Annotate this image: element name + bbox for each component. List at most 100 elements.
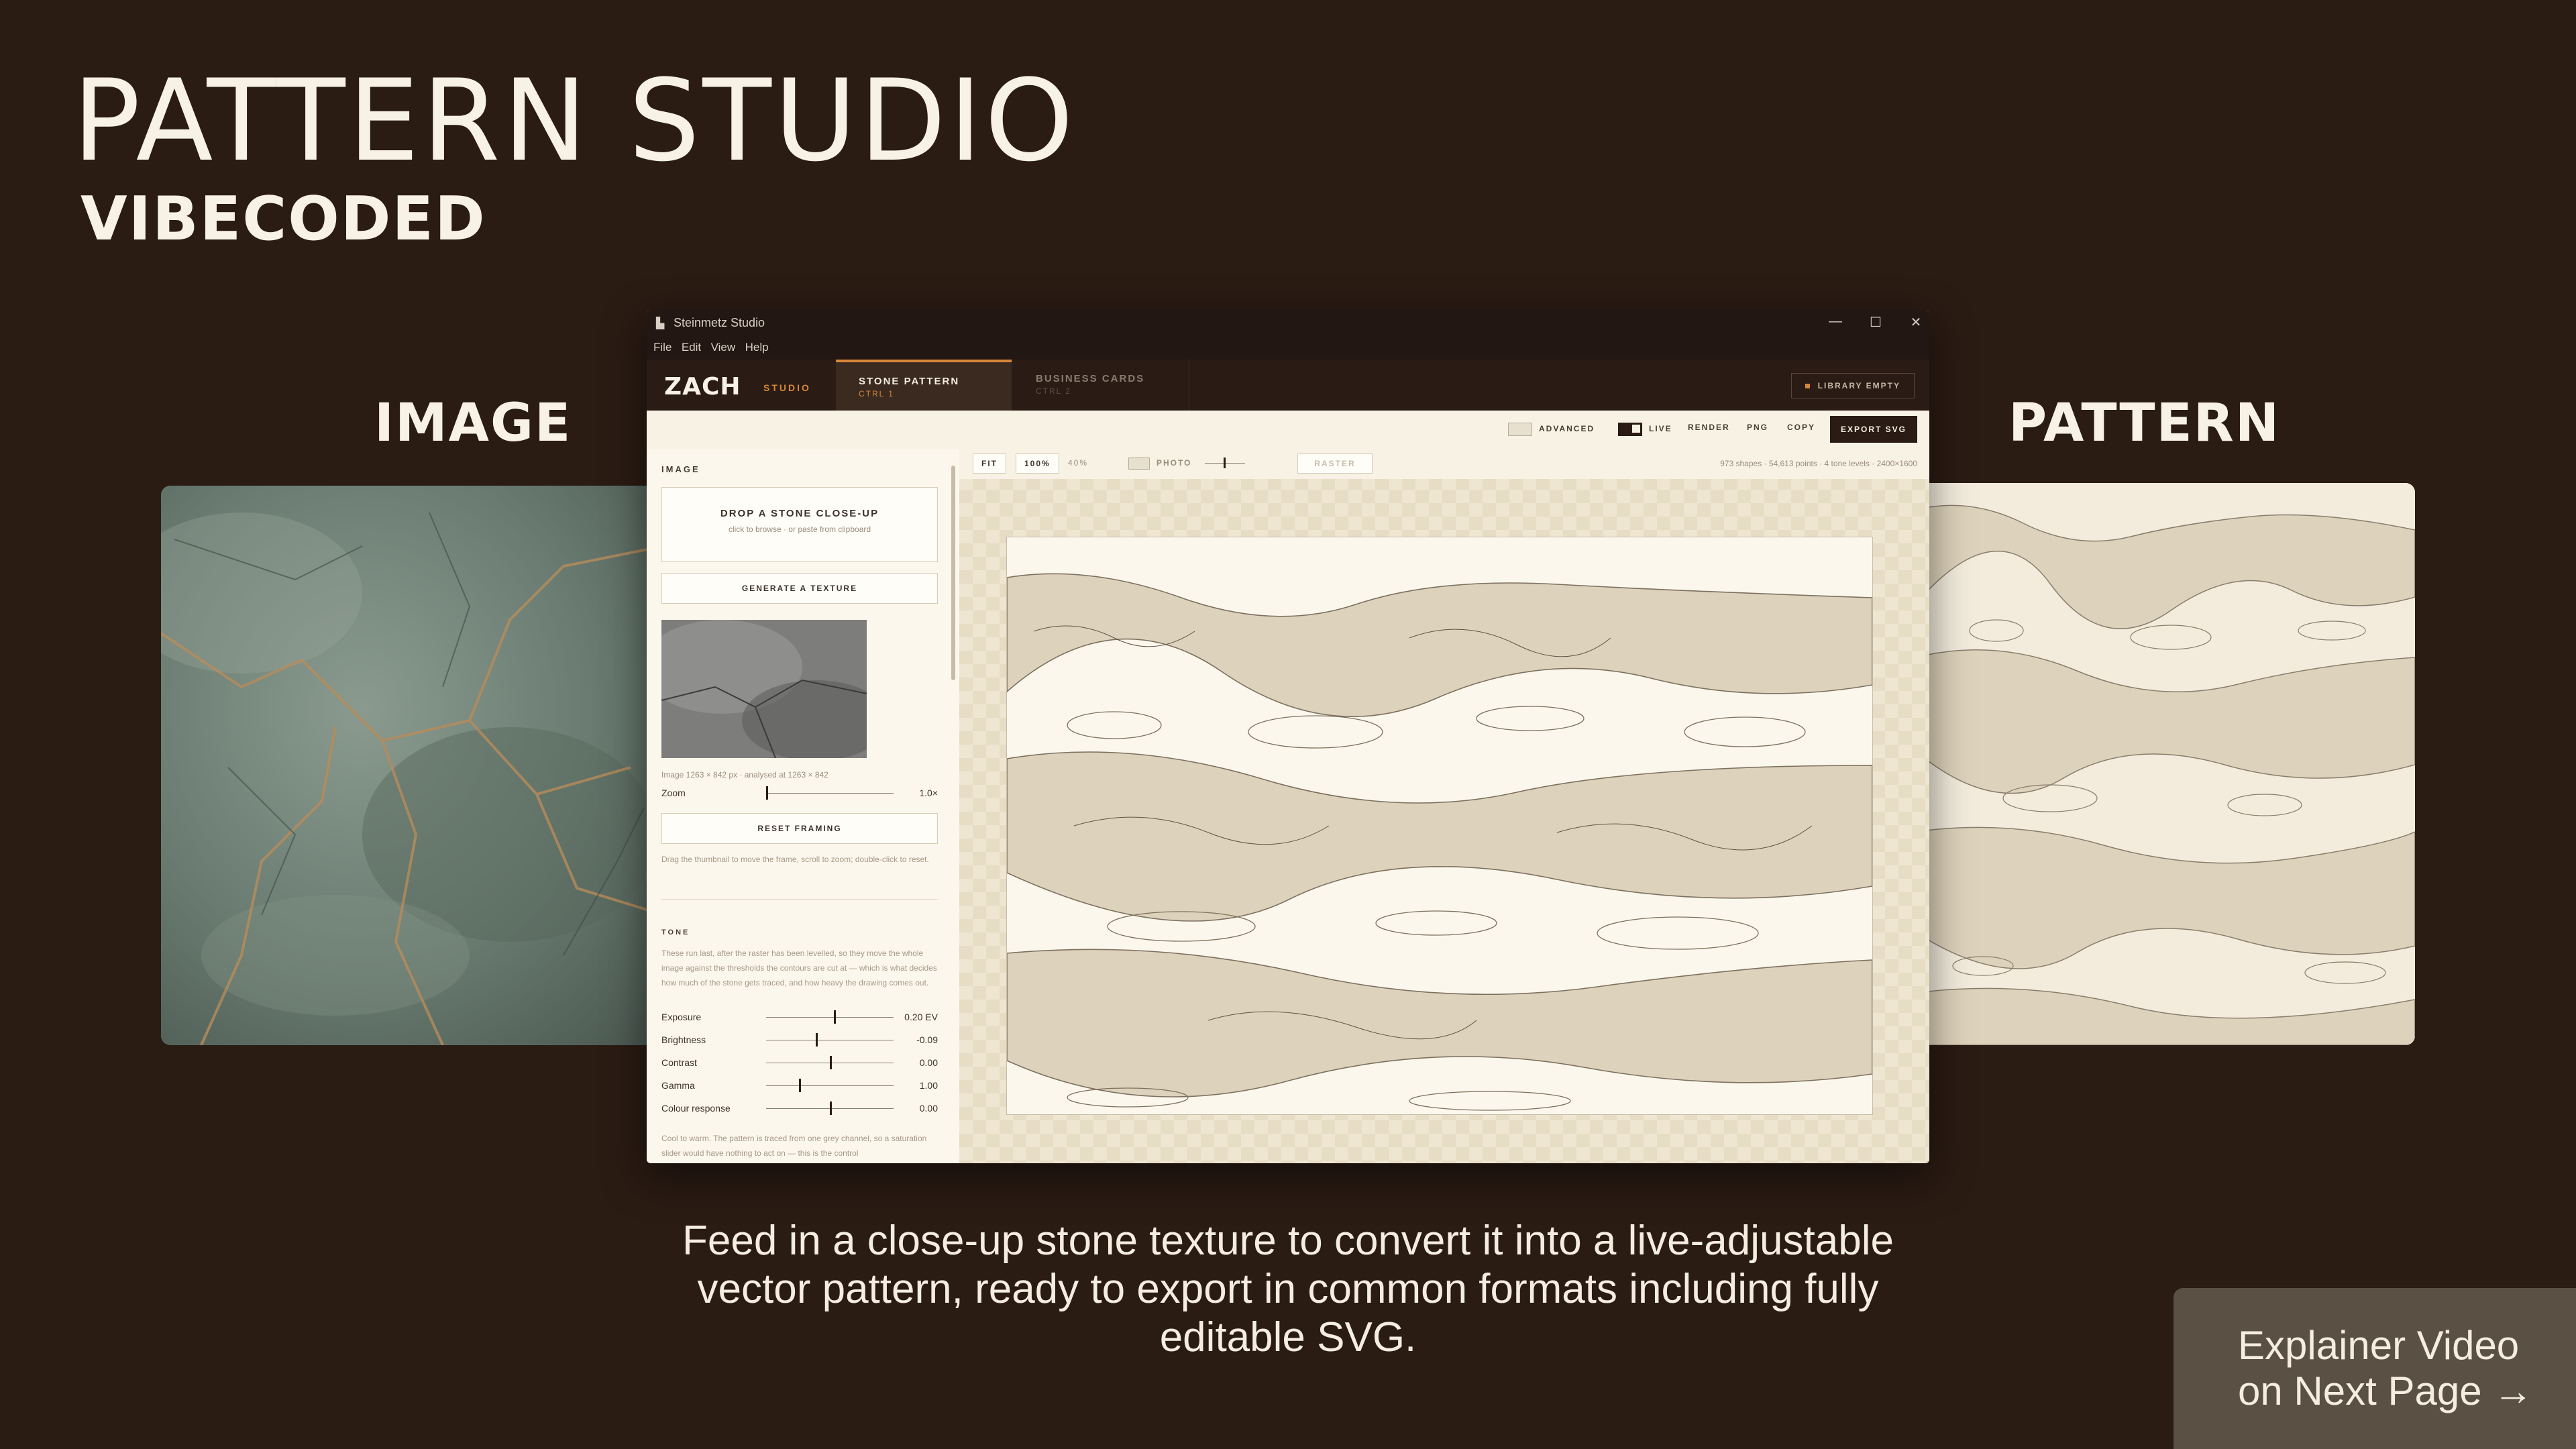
zoom-slider[interactable]: Zoom 1.0× (661, 785, 943, 802)
pattern-label: PATTERN (2008, 393, 2281, 453)
tab-business-cards[interactable]: BUSINESS CARDS CTRL 2 (1013, 360, 1189, 411)
image-thumbnail[interactable] (661, 620, 867, 758)
close-button[interactable]: ✕ (1902, 314, 1929, 331)
caption: Feed in a close-up stone texture to conv… (682, 1218, 1894, 1360)
slider-knob[interactable] (799, 1079, 802, 1092)
png-button[interactable]: PNG (1747, 423, 1768, 432)
toggle-switch-icon (1128, 457, 1150, 470)
exposure-slider[interactable]: Exposure 0.20 EV (661, 1009, 943, 1026)
zoom-level: 40% (1068, 458, 1089, 468)
library-badge[interactable]: LIBRARY EMPTY (1790, 373, 1915, 398)
hero-title: PATTERN STUDIO (72, 55, 1077, 186)
pattern-artboard[interactable] (1006, 537, 1873, 1115)
photo-label: PHOTO (1157, 458, 1192, 468)
tab-stone-pattern[interactable]: STONE PATTERN CTRL 1 (836, 360, 1012, 413)
render-button[interactable]: RENDER (1688, 423, 1730, 432)
slider-track (766, 1085, 894, 1086)
explainer-line-1: Explainer Video (2238, 1323, 2520, 1368)
drop-zone[interactable]: DROP A STONE CLOSE-UP click to browse · … (661, 487, 938, 562)
slider-value: -0.09 (916, 1034, 938, 1045)
status-dot-icon (1805, 384, 1810, 389)
raster-button[interactable]: RASTER (1297, 453, 1373, 474)
menu-file[interactable]: File (653, 341, 672, 354)
gamma-slider[interactable]: Gamma 1.00 (661, 1077, 943, 1095)
toggle-switch-icon (1508, 423, 1532, 436)
export-svg-button[interactable]: EXPORT SVG (1829, 416, 1917, 443)
advanced-label: ADVANCED (1539, 424, 1595, 434)
brightness-slider[interactable]: Brightness -0.09 (661, 1032, 943, 1049)
drop-title: DROP A STONE CLOSE-UP (720, 508, 879, 519)
hero-subtitle: VIBECODED (80, 184, 486, 254)
panel-scrollbar[interactable] (951, 466, 955, 680)
divider (661, 899, 938, 900)
slider-knob[interactable] (833, 1010, 836, 1024)
fit-button[interactable]: FIT (973, 453, 1006, 474)
image-meta: Image 1263 × 842 px · analysed at 1263 ×… (661, 770, 828, 780)
tab-label: STONE PATTERN (859, 376, 960, 387)
slider-value: 1.0× (919, 788, 938, 798)
slider-value: 0.00 (919, 1057, 938, 1068)
photo-toggle[interactable]: PHOTO (1128, 453, 1191, 472)
explainer-text: Explainer Video on Next Page → (2238, 1323, 2533, 1414)
tone-section-heading: TONE (661, 928, 690, 936)
tab-shortcut: CTRL 2 (1036, 386, 1071, 396)
tab-shortcut: CTRL 1 (859, 389, 894, 398)
reset-framing-button[interactable]: RESET FRAMING (661, 813, 938, 844)
minimize-button[interactable]: — (1822, 314, 1849, 329)
contrast-slider[interactable]: Contrast 0.00 (661, 1055, 943, 1072)
slider-value: 0.20 EV (904, 1012, 938, 1022)
photo-opacity-knob[interactable] (1224, 458, 1226, 468)
copy-button[interactable]: COPY (1787, 423, 1815, 432)
reset-help: Drag the thumbnail to move the frame, sc… (661, 855, 929, 864)
menu-bar: File Edit View Help (647, 335, 1929, 360)
drop-hint: click to browse · or paste from clipboar… (728, 525, 871, 534)
tone-help: These run last, after the raster has bee… (661, 949, 937, 987)
colour-help: Cool to warm. The pattern is traced from… (661, 1134, 927, 1158)
menu-edit[interactable]: Edit (682, 341, 701, 354)
slider-label: Zoom (661, 788, 686, 798)
slider-value: 1.00 (919, 1080, 938, 1091)
pattern-preview (1916, 483, 2415, 1045)
window-title: Steinmetz Studio (674, 316, 765, 329)
menu-view[interactable]: View (711, 341, 736, 354)
explainer-line-2: on Next Page → (2238, 1368, 2534, 1413)
title-bar: ▙ Steinmetz Studio — ☐ ✕ (647, 310, 1929, 335)
slider-knob[interactable] (830, 1056, 832, 1069)
library-badge-label: LIBRARY EMPTY (1817, 381, 1900, 390)
image-label: IMAGE (374, 393, 572, 453)
brand-logo: ZACH (664, 373, 741, 400)
slider-knob[interactable] (766, 786, 768, 800)
slider-label: Exposure (661, 1012, 702, 1022)
slider-value: 0.00 (919, 1103, 938, 1114)
left-panel: IMAGE DROP A STONE CLOSE-UP click to bro… (647, 449, 960, 1163)
slider-label: Brightness (661, 1034, 706, 1045)
slider-knob[interactable] (830, 1102, 832, 1115)
live-label: LIVE (1649, 424, 1672, 434)
pattern-stats: 973 shapes · 54,613 points · 4 tone leve… (1720, 459, 1917, 468)
live-toggle[interactable]: LIVE (1618, 423, 1672, 436)
colour-response-slider[interactable]: Colour response 0.00 (661, 1100, 943, 1118)
slider-label: Gamma (661, 1080, 695, 1091)
canvas-area[interactable]: FIT 100% 40% PHOTO RASTER 973 shapes · 5… (959, 449, 1929, 1163)
maximize-button[interactable]: ☐ (1862, 314, 1889, 331)
brand-sub: STUDIO (763, 382, 811, 393)
slider-track (766, 793, 894, 794)
slider-knob[interactable] (816, 1033, 818, 1046)
menu-help[interactable]: Help (745, 341, 769, 354)
generate-texture-button[interactable]: GENERATE A TEXTURE (661, 573, 938, 604)
canvas-bar: FIT 100% 40% PHOTO RASTER 973 shapes · 5… (959, 449, 1929, 479)
app-icon: ▙ (656, 318, 665, 329)
image-section-heading: IMAGE (661, 464, 700, 474)
zoom-100-button[interactable]: 100% (1016, 453, 1059, 474)
slider-track (766, 1017, 894, 1018)
advanced-toggle[interactable]: ADVANCED (1508, 423, 1595, 436)
app-nav: ZACH STUDIO STONE PATTERN CTRL 1 BUSINES… (647, 360, 1929, 413)
slider-label: Colour response (661, 1103, 731, 1114)
toolbar: ADVANCED LIVE RENDER PNG COPY EXPORT SVG (647, 411, 1929, 450)
stone-photo (161, 486, 664, 1045)
app-window: ▙ Steinmetz Studio — ☐ ✕ File Edit View … (647, 310, 1929, 1163)
slider-label: Contrast (661, 1057, 697, 1068)
tab-label: BUSINESS CARDS (1036, 373, 1145, 384)
toggle-switch-icon (1618, 423, 1642, 436)
explainer-card[interactable]: Explainer Video on Next Page → (2174, 1288, 2576, 1449)
